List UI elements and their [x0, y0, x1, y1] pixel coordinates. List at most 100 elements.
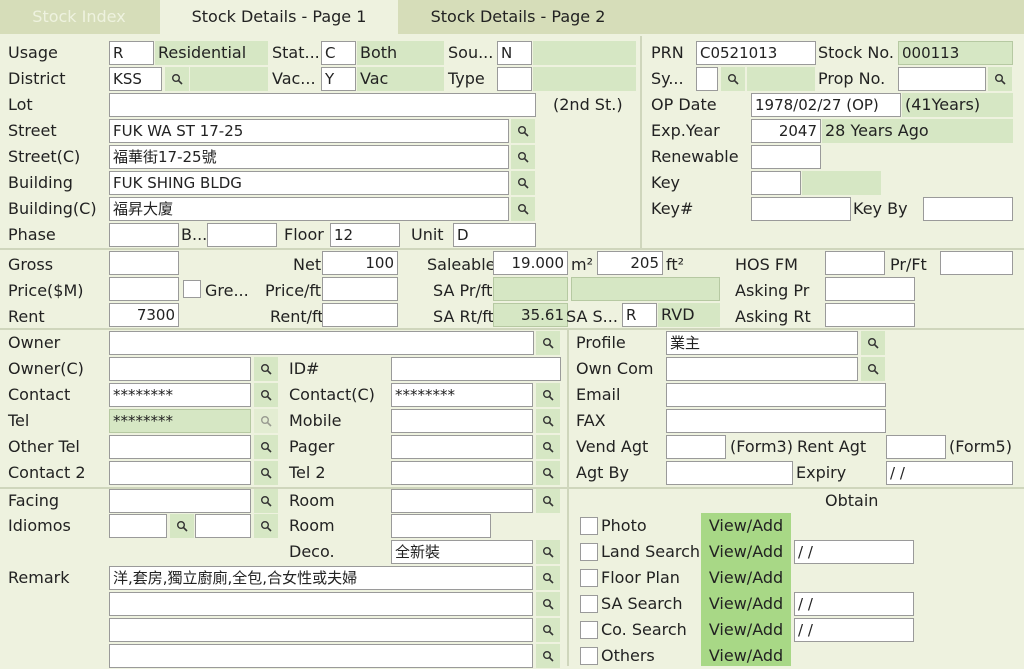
co-search-view-add-button[interactable]: View/Add [701, 617, 791, 643]
land-search-date-field[interactable]: / / [794, 540, 914, 564]
floor-plan-view-add-button[interactable]: View/Add [701, 565, 791, 591]
rent-ft-field[interactable] [322, 303, 398, 327]
facing-field[interactable] [109, 489, 251, 513]
email-field[interactable] [666, 383, 886, 407]
remark-search-icon-3[interactable] [536, 618, 560, 642]
idiomos-field-2[interactable] [195, 514, 251, 538]
net-field[interactable]: 100 [322, 251, 398, 275]
vacant-field[interactable]: Y [321, 67, 356, 91]
exp-year-field[interactable]: 2047 [751, 119, 821, 143]
tab-stock-details-page-1[interactable]: Stock Details - Page 1 [160, 0, 398, 34]
street-search-icon[interactable] [511, 119, 535, 143]
status-field[interactable]: C [321, 41, 356, 65]
hos-field[interactable] [825, 251, 885, 275]
floor-field[interactable]: 12 [330, 223, 400, 247]
owner-field[interactable] [109, 331, 534, 355]
floor-plan-checkbox[interactable] [580, 569, 598, 587]
district-field[interactable]: KSS [109, 67, 162, 91]
remark-field-4[interactable] [109, 644, 533, 668]
others-view-add-button[interactable]: View/Add [701, 643, 791, 666]
sy-field[interactable] [696, 67, 718, 91]
remark-field-1[interactable]: 洋,套房,獨立廚廁,全包,合女性或夫婦 [109, 566, 533, 590]
gre-checkbox[interactable] [183, 280, 201, 298]
building-field[interactable]: FUK SHING BLDG [109, 171, 509, 195]
sa-s-field[interactable]: R [622, 303, 657, 327]
sa-search-view-add-button[interactable]: View/Add [701, 591, 791, 617]
id-field[interactable] [391, 357, 561, 381]
fax-field[interactable] [666, 409, 886, 433]
gross-field[interactable] [109, 251, 179, 275]
idiomos-field-1[interactable] [109, 514, 167, 538]
type-field[interactable] [497, 67, 532, 91]
usage-field[interactable]: R [109, 41, 154, 65]
tel2-field[interactable] [391, 461, 533, 485]
price-ft-field[interactable] [322, 277, 398, 301]
co-search-checkbox[interactable] [580, 621, 598, 639]
remark-search-icon-2[interactable] [536, 592, 560, 616]
contact2-field[interactable] [109, 461, 251, 485]
key-by-field[interactable] [923, 197, 1013, 221]
photo-view-add-button[interactable]: View/Add [701, 513, 791, 539]
remark-search-icon-1[interactable] [536, 566, 560, 590]
key-field[interactable] [751, 171, 801, 195]
others-checkbox[interactable] [580, 647, 598, 665]
contact-search-icon[interactable] [254, 383, 278, 407]
saleable-ft-field[interactable]: 205 [597, 251, 663, 275]
land-search-view-add-button[interactable]: View/Add [701, 539, 791, 565]
lot-field[interactable] [109, 93, 536, 117]
phase-field[interactable] [109, 223, 179, 247]
contact-c-search-icon[interactable] [536, 383, 560, 407]
price-field[interactable] [109, 277, 179, 301]
idiomos-search-icon-1[interactable] [170, 514, 194, 538]
remark-field-3[interactable] [109, 618, 533, 642]
prn-field[interactable]: C0521013 [696, 41, 816, 65]
remark-search-icon-4[interactable] [536, 644, 560, 668]
vend-agt-field[interactable] [666, 435, 726, 459]
source-field[interactable]: N [497, 41, 532, 65]
prop-no-field[interactable] [898, 67, 986, 91]
owner-search-icon[interactable] [536, 331, 560, 355]
building-c-search-icon[interactable] [511, 197, 535, 221]
agt-by-field[interactable] [666, 461, 793, 485]
deco-search-icon[interactable] [536, 540, 560, 564]
district-search-icon[interactable] [165, 67, 189, 91]
tab-stock-details-page-2[interactable]: Stock Details - Page 2 [400, 0, 636, 34]
contact2-search-icon[interactable] [254, 461, 278, 485]
block-field[interactable] [207, 223, 277, 247]
tab-stock-index[interactable]: Stock Index [0, 0, 158, 34]
land-search-checkbox[interactable] [580, 543, 598, 561]
remark-field-2[interactable] [109, 592, 533, 616]
street-c-search-icon[interactable] [511, 145, 535, 169]
room2-field[interactable] [391, 514, 491, 538]
key-no-field[interactable] [751, 197, 851, 221]
renewable-field[interactable] [751, 145, 821, 169]
profile-search-icon[interactable] [861, 331, 885, 355]
sy-search-icon[interactable] [721, 67, 745, 91]
photo-checkbox[interactable] [580, 517, 598, 535]
rent-field[interactable]: 7300 [109, 303, 179, 327]
asking-pr-field[interactable] [825, 277, 915, 301]
op-date-field[interactable]: 1978/02/27 (OP) [751, 93, 901, 117]
street-c-field[interactable]: 福華街17-25號 [109, 145, 509, 169]
own-com-field[interactable] [666, 357, 858, 381]
idiomos-search-icon-2[interactable] [254, 514, 278, 538]
building-search-icon[interactable] [511, 171, 535, 195]
own-com-search-icon[interactable] [861, 357, 885, 381]
room-search-icon[interactable] [536, 489, 560, 513]
mobile-search-icon[interactable] [536, 409, 560, 433]
tel2-search-icon[interactable] [536, 461, 560, 485]
owner-c-search-icon[interactable] [254, 357, 278, 381]
mobile-field[interactable] [391, 409, 533, 433]
facing-search-icon[interactable] [254, 489, 278, 513]
prft-field[interactable] [940, 251, 1013, 275]
asking-rt-field[interactable] [825, 303, 915, 327]
room-field[interactable] [391, 489, 533, 513]
other-tel-field[interactable] [109, 435, 251, 459]
building-c-field[interactable]: 福昇大廈 [109, 197, 509, 221]
profile-field[interactable]: 業主 [666, 331, 858, 355]
owner-c-field[interactable] [109, 357, 251, 381]
rent-agt-field[interactable] [886, 435, 946, 459]
street-field[interactable]: FUK WA ST 17-25 [109, 119, 509, 143]
contact-c-field[interactable]: ******** [391, 383, 533, 407]
prop-no-search-icon[interactable] [988, 67, 1012, 91]
